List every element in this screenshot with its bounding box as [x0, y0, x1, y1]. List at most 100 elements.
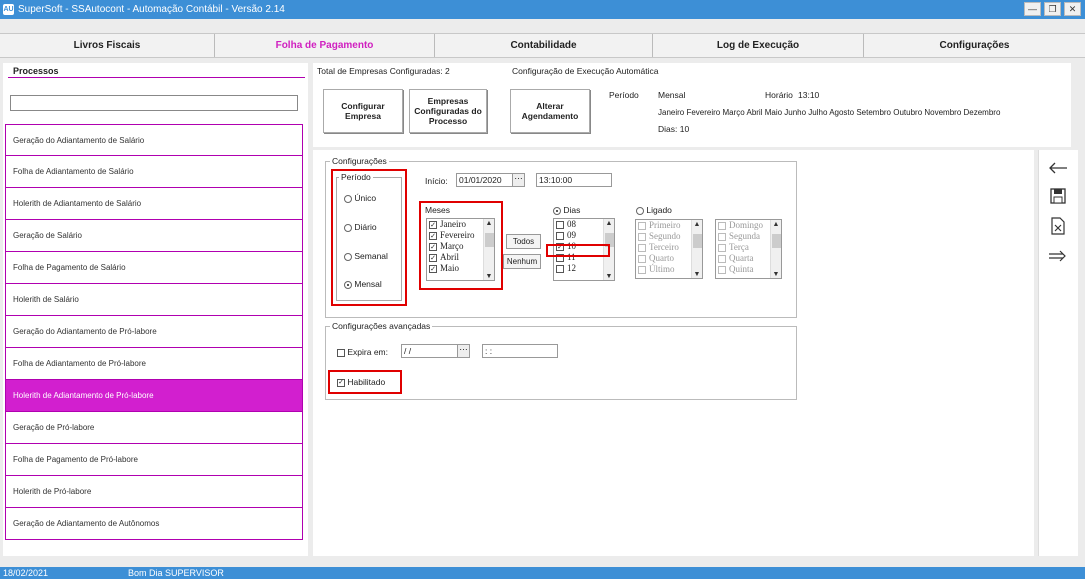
checkbox-checked-icon[interactable]: ✓: [429, 253, 437, 262]
process-item[interactable]: Geração do Adiantamento de Pró-labore: [5, 316, 303, 348]
expira-time-field[interactable]: : :: [482, 344, 558, 358]
ordinal-item-label: Último: [649, 264, 675, 274]
checkbox-icon[interactable]: [638, 265, 646, 274]
process-item[interactable]: Holerith de Adiantamento de Salário: [5, 188, 303, 220]
process-list: Geração do Adiantamento de Salário Folha …: [5, 124, 303, 540]
process-item[interactable]: Geração de Salário: [5, 220, 303, 252]
mes-item-label: Fevereiro: [440, 230, 475, 240]
minimize-icon[interactable]: —: [1024, 2, 1041, 16]
checkbox-checked-icon[interactable]: ✓: [429, 242, 437, 251]
scrollbar[interactable]: ▲ ▼: [483, 219, 494, 280]
checkbox-icon[interactable]: [638, 243, 646, 252]
restore-icon[interactable]: ❐: [1044, 2, 1061, 16]
process-item[interactable]: Holerith de Salário: [5, 284, 303, 316]
weekday-listbox[interactable]: Domingo Segunda Terça Quarta Quinta ▲ ▼: [715, 219, 782, 279]
expira-date-field[interactable]: / / ⋯: [401, 344, 470, 358]
radio-semanal-label: Semanal: [354, 251, 388, 261]
dia-item-label: 09: [567, 230, 576, 240]
process-item[interactable]: Geração de Adiantamento de Autônomos: [5, 508, 303, 540]
dia-highlight: [546, 244, 610, 257]
habilitado-checkbox[interactable]: ✓ Habilitado: [337, 377, 385, 387]
meses-value: Janeiro Fevereiro Março Abril Maio Junho…: [658, 108, 1001, 117]
delete-document-icon[interactable]: [1047, 216, 1069, 236]
checkbox-checked-icon[interactable]: ✓: [429, 264, 437, 273]
checkbox-icon[interactable]: [718, 232, 726, 241]
ordinal-listbox[interactable]: Primeiro Segundo Terceiro Quarto Último ▲ ▼: [635, 219, 703, 279]
radio-ligado-label: Ligado: [646, 205, 672, 215]
process-item[interactable]: Folha de Adiantamento de Salário: [5, 156, 303, 188]
periodo-value: Mensal: [658, 90, 686, 100]
dia-item-label: 12: [567, 263, 576, 273]
checkbox-icon[interactable]: [718, 243, 726, 252]
calendar-icon[interactable]: ⋯: [457, 345, 469, 357]
process-item[interactable]: Geração do Adiantamento de Salário: [5, 124, 303, 156]
calendar-icon[interactable]: ⋯: [512, 174, 524, 186]
checkbox-checked-icon[interactable]: ✓: [429, 231, 437, 240]
window-title: SuperSoft - SSAutocont - Automação Contá…: [18, 4, 285, 15]
radio-mensal[interactable]: Mensal: [344, 279, 382, 289]
scroll-up-icon[interactable]: ▲: [604, 219, 614, 227]
radio-ligado[interactable]: Ligado: [636, 205, 672, 215]
alterar-agendamento-button[interactable]: Alterar Agendamento: [510, 89, 590, 133]
checkbox-icon[interactable]: [718, 221, 726, 230]
process-item[interactable]: Geração de Pró-labore: [5, 412, 303, 444]
menu-log-de-execucao[interactable]: Log de Execução: [653, 34, 864, 57]
scroll-up-icon[interactable]: ▲: [484, 219, 494, 227]
radio-selected-icon: [553, 206, 561, 215]
checkbox-icon[interactable]: [638, 254, 646, 263]
checkbox-icon[interactable]: [556, 264, 564, 273]
checkbox-icon[interactable]: [556, 231, 564, 240]
scroll-up-icon[interactable]: ▲: [692, 220, 702, 228]
scroll-down-icon[interactable]: ▼: [604, 272, 614, 280]
auto-exec-label: Configuração de Execução Automática: [512, 66, 659, 76]
scroll-down-icon[interactable]: ▼: [771, 270, 781, 278]
expira-checkbox[interactable]: Expira em:: [337, 347, 388, 357]
inicio-date-field[interactable]: 01/01/2020 ⋯: [456, 173, 525, 187]
meses-listbox[interactable]: ✓ Janeiro ✓ Fevereiro ✓ Março ✓ Abril ✓ Maio ▲ ▼: [426, 218, 495, 281]
menu-folha-de-pagamento[interactable]: Folha de Pagamento: [215, 34, 435, 57]
checkbox-icon[interactable]: [638, 232, 646, 241]
title-bar: AU SuperSoft - SSAutocont - Automação Co…: [0, 0, 1085, 19]
process-search-input[interactable]: [10, 95, 298, 111]
process-item[interactable]: Folha de Pagamento de Pró-labore: [5, 444, 303, 476]
radio-dias[interactable]: Dias: [553, 205, 580, 215]
todos-button[interactable]: Todos: [506, 234, 541, 249]
checkbox-icon[interactable]: [718, 265, 726, 274]
radio-diario[interactable]: Diário: [344, 222, 377, 232]
empresas-configuradas-button[interactable]: Empresas Configuradas do Processo: [409, 89, 487, 133]
radio-diario-label: Diário: [354, 222, 377, 232]
process-item[interactable]: Holerith de Adiantamento de Pró-labore: [5, 380, 303, 412]
checkbox-icon[interactable]: [556, 220, 564, 229]
process-item[interactable]: Folha de Pagamento de Salário: [5, 252, 303, 284]
divider: [8, 77, 305, 78]
scrollbar[interactable]: ▲ ▼: [770, 220, 781, 278]
inicio-time-field[interactable]: 13:10:00: [536, 173, 612, 187]
radio-icon: [344, 194, 352, 203]
scrollbar[interactable]: ▲ ▼: [691, 220, 702, 278]
radio-dias-label: Dias: [563, 205, 581, 215]
menu-configuracoes[interactable]: Configurações: [864, 34, 1085, 57]
process-item[interactable]: Folha de Adiantamento de Pró-labore: [5, 348, 303, 380]
save-icon[interactable]: [1047, 186, 1069, 206]
checkbox-checked-icon[interactable]: ✓: [429, 220, 437, 229]
process-item[interactable]: Holerith de Pró-labore: [5, 476, 303, 508]
checkbox-icon[interactable]: [718, 254, 726, 263]
checkbox-icon[interactable]: [638, 221, 646, 230]
scroll-down-icon[interactable]: ▼: [484, 272, 494, 280]
scroll-up-icon[interactable]: ▲: [771, 220, 781, 228]
nenhum-button[interactable]: Nenhum: [503, 254, 541, 269]
menu-livros-fiscais[interactable]: Livros Fiscais: [0, 34, 215, 57]
radio-unico[interactable]: Único: [344, 193, 376, 203]
processes-title: Processos: [13, 66, 59, 76]
expira-label: Expira em:: [347, 347, 388, 357]
radio-semanal[interactable]: Semanal: [344, 251, 388, 261]
close-icon[interactable]: ✕: [1064, 2, 1081, 16]
habilitado-label: Habilitado: [347, 377, 386, 387]
menu-contabilidade[interactable]: Contabilidade: [435, 34, 653, 57]
configurar-empresa-button[interactable]: Configurar Empresa: [323, 89, 403, 133]
radio-icon: [636, 206, 644, 215]
back-arrow-icon[interactable]: [1047, 158, 1069, 178]
scroll-down-icon[interactable]: ▼: [692, 270, 702, 278]
radio-icon: [344, 223, 352, 232]
forward-arrow-icon[interactable]: [1047, 246, 1069, 266]
